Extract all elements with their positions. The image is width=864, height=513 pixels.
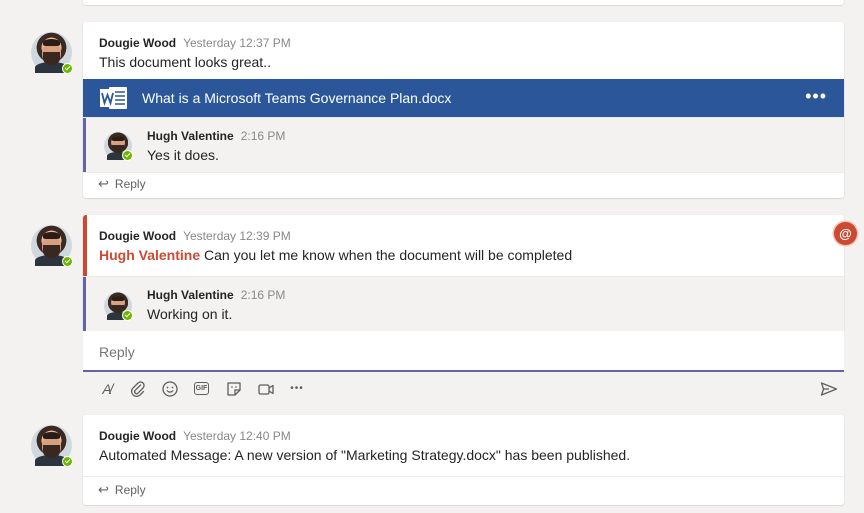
gif-icon[interactable]: GIF	[194, 382, 209, 395]
reply-author[interactable]: Hugh Valentine	[147, 129, 234, 143]
reply-author[interactable]: Hugh Valentine	[147, 288, 234, 302]
more-options-icon[interactable]: •••	[805, 86, 827, 107]
reply-input[interactable]	[97, 340, 801, 364]
file-name[interactable]: What is a Microsoft Teams Governance Pla…	[142, 89, 451, 107]
reply-button[interactable]: ↩ Reply	[98, 482, 146, 498]
message-timestamp: Yesterday 12:40 PM	[183, 429, 291, 443]
message-timestamp: Yesterday 12:39 PM	[183, 229, 291, 243]
divider	[83, 172, 844, 173]
reply-timestamp: 2:16 PM	[240, 129, 286, 143]
mention-hugh-valentine[interactable]: Hugh Valentine	[99, 247, 200, 263]
reply-label: Reply	[114, 483, 146, 497]
reply-text: Yes it does.	[147, 147, 219, 163]
reply-accent-bar	[83, 277, 86, 331]
reply-accent-bar	[83, 118, 86, 173]
message-card-1: Dougie Wood Yesterday 12:37 PM This docum…	[83, 22, 844, 198]
attach-icon[interactable]	[128, 379, 148, 399]
file-attachment-card[interactable]: What is a Microsoft Teams Governance Pla…	[83, 79, 844, 117]
message-card-3: Dougie Wood Yesterday 12:40 PM Automated …	[83, 415, 844, 505]
reply-arrow-icon: ↩	[98, 176, 109, 191]
avatar-dougie-wood[interactable]	[31, 225, 73, 267]
message-author[interactable]: Dougie Wood	[99, 36, 176, 50]
reply-message: Hugh Valentine 2:16 PM Yes it does.	[83, 117, 844, 173]
reply-compose-box[interactable]	[83, 331, 844, 372]
mention-accent-bar	[83, 215, 87, 276]
emoji-icon[interactable]	[160, 379, 180, 399]
message-text: Hugh Valentine Can you let me know when …	[99, 247, 573, 263]
avatar-dougie-wood[interactable]	[31, 425, 73, 467]
reply-button[interactable]: ↩ Reply	[98, 176, 146, 192]
previous-message-card	[83, 0, 844, 5]
divider	[83, 476, 844, 477]
available-status-icon	[122, 150, 133, 161]
message-timestamp: Yesterday 12:37 PM	[183, 36, 291, 50]
reply-text: Working on it.	[147, 306, 233, 322]
available-status-icon	[62, 256, 73, 267]
sticker-icon[interactable]	[224, 379, 244, 399]
message-author[interactable]: Dougie Wood	[99, 229, 176, 243]
available-status-icon	[62, 63, 73, 74]
available-status-icon	[122, 310, 133, 321]
more-options-icon[interactable]: •••	[287, 379, 307, 399]
reply-arrow-icon: ↩	[98, 482, 109, 497]
message-text: This document looks great..	[99, 54, 271, 70]
avatar-dougie-wood[interactable]	[31, 32, 73, 74]
meet-now-icon[interactable]	[256, 379, 276, 399]
available-status-icon	[62, 456, 73, 467]
avatar-hugh-valentine[interactable]	[104, 132, 133, 161]
message-author[interactable]: Dougie Wood	[99, 429, 176, 443]
send-icon[interactable]	[819, 379, 839, 399]
reply-timestamp: 2:16 PM	[240, 288, 286, 302]
avatar-hugh-valentine[interactable]	[104, 292, 133, 321]
reply-label: Reply	[114, 177, 146, 191]
format-icon[interactable]: A̸	[97, 379, 117, 399]
reply-message: Hugh Valentine 2:16 PM Working on it.	[83, 276, 844, 331]
mention-icon: @	[834, 222, 857, 245]
message-card-2: Dougie Wood Yesterday 12:39 PM Hugh Valen…	[83, 215, 844, 331]
word-icon	[100, 87, 127, 109]
message-text: Automated Message: A new version of "Mar…	[99, 447, 631, 463]
